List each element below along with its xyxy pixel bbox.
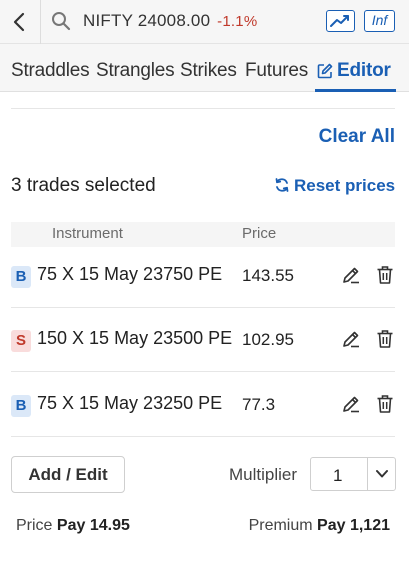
multiplier-select[interactable]: 1 [310,457,396,491]
tab-strikes[interactable]: Strikes [180,60,237,82]
trade-price[interactable]: 77.3 [242,395,275,415]
tab-futures[interactable]: Futures [245,60,308,82]
price-summary-label: Price [16,517,53,534]
divider [11,108,395,109]
back-arrow-icon[interactable] [8,8,32,36]
change-percent: -1.1% [217,13,258,30]
trade-row: S 150 X 15 May 23500 PE 102.95 [11,308,395,372]
trash-icon[interactable] [376,394,394,414]
clear-all-button[interactable]: Clear All [319,126,395,148]
active-tab-indicator [315,89,396,92]
trades-selected-count: 3 trades selected [11,175,156,196]
top-bar: NIFTY 24008.00 -1.1% Inf [0,0,409,44]
tab-straddles[interactable]: Straddles [11,60,90,82]
sell-badge: S [11,330,31,352]
refresh-icon [275,178,289,192]
trade-row: B 75 X 15 May 23750 PE 143.55 [11,244,395,308]
trash-icon[interactable] [376,265,394,285]
price-summary: Price Pay 14.95 [16,517,130,535]
trade-instrument: 75 X 15 May 23250 PE [37,393,223,413]
trade-price[interactable]: 143.55 [242,266,294,286]
divider [367,458,368,490]
multiplier-label: Multiplier [229,465,298,484]
pencil-icon[interactable] [341,394,361,414]
reset-prices-label: Reset prices [294,176,396,195]
pencil-icon[interactable] [341,329,361,349]
reset-prices-button[interactable]: Reset prices [274,176,395,196]
trade-price[interactable]: 102.95 [242,330,294,350]
inf-button[interactable]: Inf [364,10,395,32]
column-price: Price [242,225,277,242]
tab-strangles[interactable]: Strangles [96,60,175,82]
trade-instrument: 75 X 15 May 23750 PE [37,264,223,284]
buy-badge: B [11,395,31,417]
price-summary-value: Pay 14.95 [56,517,130,534]
trade-row: B 75 X 15 May 23250 PE 77.3 [11,373,395,437]
trash-icon[interactable] [376,329,394,349]
tab-editor[interactable]: Editor [337,60,391,82]
trade-instrument: 150 X 15 May 23500 PE [37,328,233,348]
column-instrument: Instrument [52,225,123,242]
pencil-icon[interactable] [341,265,361,285]
search-icon[interactable] [50,10,72,32]
chart-button[interactable] [326,10,355,32]
tab-bar: Straddles Strangles Strikes Futures Edit… [0,44,409,92]
multiplier-value: 1 [333,466,343,485]
trending-up-icon [330,15,349,27]
buy-badge: B [11,266,31,288]
edit-square-icon [317,63,333,79]
divider [40,0,41,44]
add-edit-button[interactable]: Add / Edit [11,456,125,493]
premium-summary-label: Premium [248,517,313,534]
symbol-text: NIFTY 24008.00 [83,11,211,30]
symbol-search-field[interactable]: NIFTY 24008.00 -1.1% [83,11,257,31]
premium-summary-value: Pay 1,121 [317,517,390,534]
chevron-down-icon [376,470,388,478]
premium-summary: Premium Pay 1,121 [249,517,390,535]
